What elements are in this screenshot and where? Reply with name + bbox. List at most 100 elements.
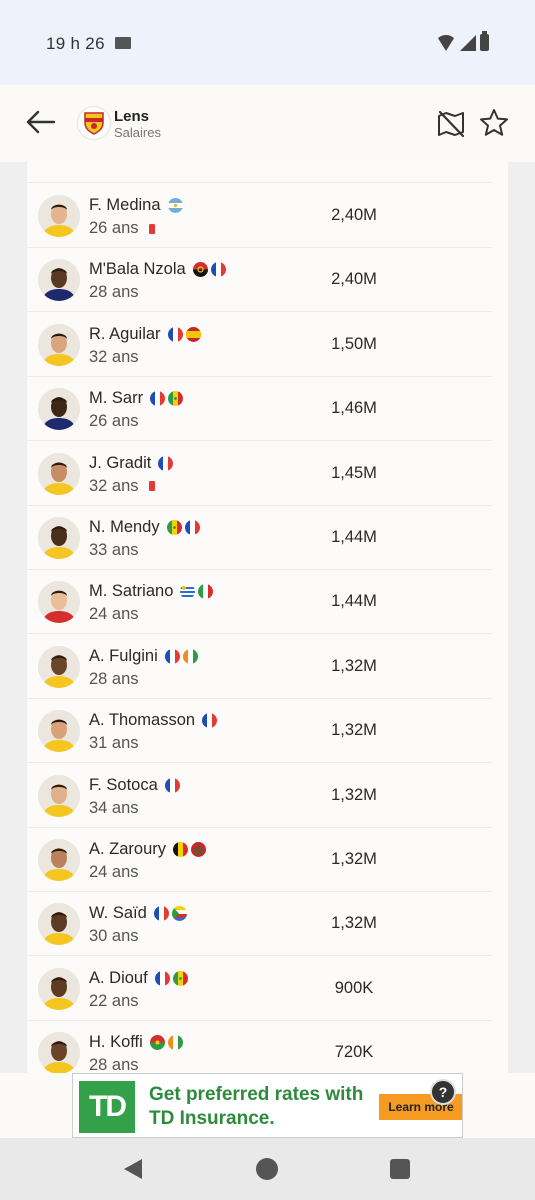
- player-salary: 1,50M: [331, 334, 377, 353]
- player-age: 24 ans: [89, 863, 139, 881]
- flag-km-icon: [171, 906, 187, 922]
- back-button[interactable]: [24, 107, 58, 137]
- flag-fr-icon: [184, 520, 200, 535]
- player-name: R. Aguilar: [89, 324, 161, 343]
- player-age-line: 31 ans: [89, 734, 139, 753]
- nationality-flags: [167, 326, 201, 342]
- player-row[interactable]: A. Fulgini 28 ans 1,32M: [27, 635, 492, 699]
- player-age-line: 28 ans: [89, 1056, 139, 1073]
- player-name-line: J. Gradit: [89, 453, 174, 473]
- flag-fr-icon: [153, 906, 169, 922]
- player-age-line: 28 ans: [89, 283, 139, 302]
- player-salary: 1,32M: [331, 785, 377, 804]
- player-row[interactable]: N. Mendy 33 ans 1,44M: [27, 506, 492, 570]
- player-avatar: [38, 259, 80, 302]
- player-avatar: [38, 710, 80, 753]
- status-bar: 19 h 26: [0, 0, 535, 85]
- nav-recents-icon[interactable]: [390, 1159, 410, 1179]
- player-name: F. Sotoca: [89, 775, 158, 794]
- flag-ma-icon: [191, 842, 207, 857]
- nationality-flags: [154, 970, 188, 986]
- player-age: 28 ans: [89, 669, 139, 688]
- player-name: A. Diouf: [89, 968, 148, 987]
- player-age: 34 ans: [89, 798, 139, 817]
- player-age: 32 ans: [89, 347, 139, 366]
- player-salary: 1,46M: [331, 399, 377, 418]
- ad-help-icon[interactable]: ?: [430, 1079, 456, 1105]
- player-name-line: N. Mendy: [89, 518, 200, 537]
- player-row[interactable]: A. Thomasson 31 ans 1,32M: [27, 699, 492, 764]
- player-row[interactable]: M. Sarr 26 ans 1,46M: [27, 377, 492, 442]
- player-avatar: [38, 323, 80, 366]
- player-age-line: 22 ans: [89, 992, 139, 1011]
- player-name: M. Satriano: [89, 582, 174, 601]
- cell-signal-icon: [460, 35, 476, 51]
- player-age: 26 ans: [89, 219, 139, 237]
- flag-fr-icon: [150, 391, 166, 407]
- player-age-line: 30 ans: [89, 927, 139, 946]
- ad-container: TD Get preferred rates with TD Insurance…: [0, 1073, 535, 1138]
- player-salary: 1,32M: [331, 914, 377, 933]
- nationality-flags: [164, 648, 198, 664]
- player-salary: 2,40M: [331, 206, 377, 224]
- player-name: A. Thomasson: [89, 711, 196, 730]
- player-avatar: [38, 1032, 80, 1073]
- nationality-flags: [153, 906, 187, 922]
- player-row[interactable]: F. Sotoca 34 ans 1,32M: [27, 764, 492, 828]
- nationality-flags: [164, 777, 180, 793]
- ad-headline: Get preferred rates with TD Insurance.: [149, 1084, 364, 1129]
- wifi-icon: [436, 35, 456, 51]
- flag-be-icon: [173, 842, 189, 857]
- player-row[interactable]: A. Zaroury 24 ans 1,32M: [27, 828, 492, 892]
- player-name: J. Gradit: [89, 453, 152, 472]
- player-avatar: [38, 388, 80, 431]
- player-age-line: 24 ans: [89, 863, 139, 882]
- player-avatar: [38, 903, 80, 946]
- player-salary: 720K: [334, 1043, 374, 1062]
- player-age-line: 24 ans: [89, 605, 139, 624]
- player-name-line: M'Bala Nzola: [89, 260, 226, 279]
- map-button[interactable]: [436, 109, 466, 139]
- player-salary: 1,44M: [331, 592, 377, 611]
- club-logo: [78, 107, 110, 139]
- player-avatar: [38, 517, 80, 559]
- player-age: 32 ans: [89, 476, 139, 495]
- player-name-line: M. Satriano: [89, 582, 214, 601]
- ad-banner[interactable]: TD Get preferred rates with TD Insurance…: [72, 1073, 463, 1138]
- status-icons: [436, 31, 489, 51]
- player-row[interactable]: M'Bala Nzola 28 ans 2,40M: [27, 248, 492, 313]
- player-row[interactable]: J. Gradit 32 ans 1,45M: [27, 442, 492, 506]
- player-age: 22 ans: [89, 991, 139, 1010]
- page-subtitle: Salaires: [114, 125, 161, 140]
- nationality-flags: [192, 262, 226, 278]
- flag-fr-icon: [158, 455, 174, 471]
- player-row[interactable]: A. Diouf 22 ans 900K: [27, 957, 492, 1021]
- flag-ao-icon: [192, 262, 208, 278]
- player-row[interactable]: M. Satriano 24 ans 1,44M: [27, 570, 492, 635]
- flag-sn-icon: [172, 970, 188, 986]
- list-header-divider: [27, 162, 492, 183]
- player-name-line: A. Zaroury: [89, 840, 207, 859]
- arrow-left-icon: [26, 110, 56, 134]
- player-row[interactable]: R. Aguilar 32 ans 1,50M: [27, 313, 492, 377]
- flag-fr-icon: [164, 648, 180, 664]
- player-age-line: 32 ans: [89, 348, 139, 367]
- player-name-line: F. Medina: [89, 196, 183, 215]
- favorite-button[interactable]: [478, 107, 510, 139]
- player-row[interactable]: H. Koffi 28 ans 720K: [27, 1021, 492, 1073]
- star-outline-icon: [480, 109, 508, 136]
- nav-home-icon[interactable]: [256, 1158, 278, 1180]
- flag-fr-icon: [167, 326, 183, 342]
- player-name: N. Mendy: [89, 518, 160, 536]
- player-name-line: R. Aguilar: [89, 325, 201, 344]
- player-row[interactable]: F. Medina 26 ans 2,40M: [27, 184, 492, 248]
- nationality-flags: [167, 198, 183, 213]
- nav-back-icon[interactable]: [124, 1159, 142, 1179]
- player-name-line: H. Koffi: [89, 1033, 183, 1052]
- player-age-line: 33 ans: [89, 541, 139, 560]
- player-row[interactable]: W. Saïd 30 ans 1,32M: [27, 892, 492, 957]
- player-age: 31 ans: [89, 734, 139, 753]
- player-age-line: 26 ans: [89, 412, 139, 431]
- player-age: 33 ans: [89, 541, 139, 559]
- player-name: M. Sarr: [89, 389, 144, 408]
